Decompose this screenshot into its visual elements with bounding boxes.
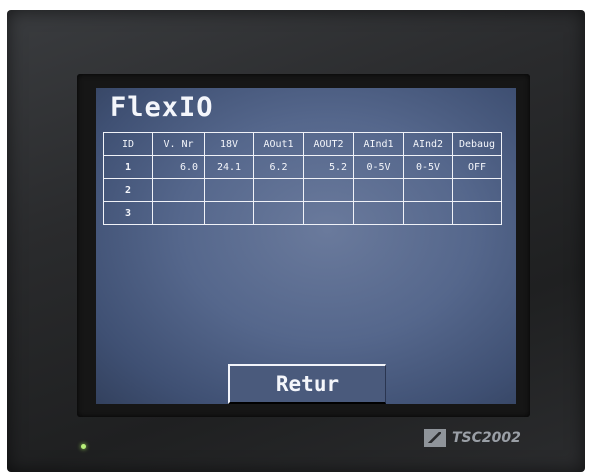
cell-18v <box>204 201 254 225</box>
io-table: ID V. Nr 18V AOut1 AOUT2 AInd1 AInd2 Deb… <box>103 132 502 225</box>
cell-aind1 <box>353 201 404 225</box>
cell-debaug <box>452 201 502 225</box>
column-header-aind2: AInd2 <box>403 132 453 156</box>
cell-debaug: OFF <box>452 155 502 179</box>
table-row[interactable]: 1 6.0 24.1 6.2 5.2 0-5V 0-5V OFF <box>103 155 502 179</box>
table-header-row: ID V. Nr 18V AOut1 AOUT2 AInd1 AInd2 Deb… <box>103 132 502 156</box>
touch-screen: FlexIO ID V. Nr 18V AOut1 AOUT2 AInd1 AI… <box>96 88 516 404</box>
cell-aind2: 0-5V <box>403 155 453 179</box>
cell-debaug <box>452 178 502 202</box>
cell-aout2: 5.2 <box>303 155 354 179</box>
column-header-id: ID <box>103 132 153 156</box>
cell-aout2 <box>303 178 354 202</box>
cell-id: 3 <box>103 201 153 225</box>
cell-aout1 <box>253 201 304 225</box>
cell-aind2 <box>403 178 453 202</box>
cell-aind1: 0-5V <box>353 155 404 179</box>
column-header-version: V. Nr <box>152 132 205 156</box>
power-led <box>81 444 86 449</box>
cell-aind2 <box>403 201 453 225</box>
column-header-aout2: AOUT2 <box>303 132 354 156</box>
brand-label: TSC2002 <box>424 429 521 447</box>
table-row[interactable]: 3 <box>103 201 502 225</box>
cell-18v <box>204 178 254 202</box>
cell-aout2 <box>303 201 354 225</box>
brand-name: TSC2002 <box>452 430 521 446</box>
cell-id: 2 <box>103 178 153 202</box>
cell-version <box>152 201 205 225</box>
app-title: FlexIO <box>110 92 214 123</box>
column-header-18v: 18V <box>204 132 254 156</box>
brand-logo-icon <box>424 429 446 447</box>
cell-aind1 <box>353 178 404 202</box>
cell-version <box>152 178 205 202</box>
cell-id: 1 <box>103 155 153 179</box>
cell-aout1: 6.2 <box>253 155 304 179</box>
cell-18v: 24.1 <box>204 155 254 179</box>
retur-button[interactable]: Retur <box>228 364 386 404</box>
cell-aout1 <box>253 178 304 202</box>
device-photo: FlexIO ID V. Nr 18V AOut1 AOUT2 AInd1 AI… <box>0 0 590 474</box>
table-row[interactable]: 2 <box>103 178 502 202</box>
cell-version: 6.0 <box>152 155 205 179</box>
column-header-debaug: Debaug <box>452 132 502 156</box>
column-header-aout1: AOut1 <box>253 132 304 156</box>
column-header-aind1: AInd1 <box>353 132 404 156</box>
